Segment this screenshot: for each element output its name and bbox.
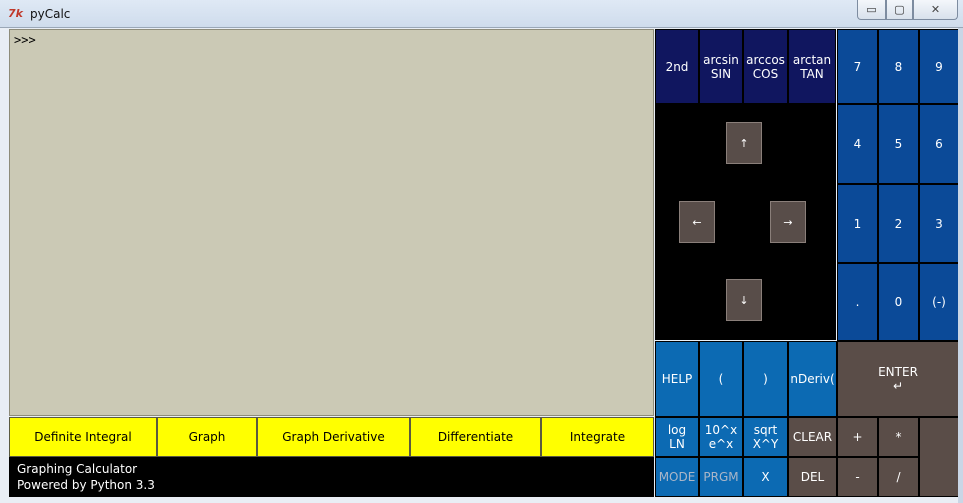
prgm-key[interactable]: PRGM: [699, 457, 743, 497]
sqrt-key[interactable]: sqrt X^Y: [743, 417, 788, 457]
negate-key[interactable]: (-): [919, 263, 959, 341]
up-arrow-key[interactable]: ↑: [726, 122, 762, 164]
digit-1-key[interactable]: 1: [837, 184, 878, 263]
window-title: pyCalc: [30, 7, 71, 21]
graph-button[interactable]: Graph: [157, 417, 257, 457]
close-button[interactable]: ✕: [913, 0, 958, 20]
digit-9-key[interactable]: 9: [919, 29, 959, 104]
clear-key[interactable]: CLEAR: [788, 417, 837, 457]
nderiv-key[interactable]: nDeriv(: [788, 341, 837, 417]
graph-derivative-button[interactable]: Graph Derivative: [257, 417, 410, 457]
command-prompt: >>>: [14, 33, 36, 47]
divide-key[interactable]: /: [878, 457, 919, 497]
plus-key[interactable]: +: [837, 417, 878, 457]
digit-0-key[interactable]: 0: [878, 263, 919, 341]
second-key[interactable]: 2nd: [655, 29, 699, 104]
integrate-button[interactable]: Integrate: [541, 417, 654, 457]
info-title: Graphing Calculator: [17, 462, 138, 476]
window-border: [958, 28, 963, 503]
sin-key[interactable]: arcsin SIN: [699, 29, 743, 104]
info-bar: Graphing Calculator Powered by Python 3.…: [9, 457, 654, 497]
digit-2-key[interactable]: 2: [878, 184, 919, 263]
mode-key[interactable]: MODE: [655, 457, 699, 497]
cos-key[interactable]: arccos COS: [743, 29, 788, 104]
digit-8-key[interactable]: 8: [878, 29, 919, 104]
del-key[interactable]: DEL: [788, 457, 837, 497]
multiply-key[interactable]: *: [878, 417, 919, 457]
title-bar: [0, 0, 963, 28]
digit-5-key[interactable]: 5: [878, 104, 919, 184]
digit-4-key[interactable]: 4: [837, 104, 878, 184]
help-key[interactable]: HELP: [655, 341, 699, 417]
right-paren-key[interactable]: ): [743, 341, 788, 417]
digit-7-key[interactable]: 7: [837, 29, 878, 104]
blank-key[interactable]: [919, 417, 959, 497]
decimal-key[interactable]: .: [837, 263, 878, 341]
tan-key[interactable]: arctan TAN: [788, 29, 836, 104]
ln-key[interactable]: log LN: [655, 417, 699, 457]
definite-integral-button[interactable]: Definite Integral: [9, 417, 157, 457]
arrow-pad: ↑ ← → ↓: [655, 104, 836, 340]
down-arrow-key[interactable]: ↓: [726, 279, 762, 321]
minimize-button[interactable]: ▭: [857, 0, 886, 20]
maximize-button[interactable]: ▢: [886, 0, 913, 20]
app-icon: 7k: [8, 7, 23, 20]
digit-6-key[interactable]: 6: [919, 104, 959, 184]
left-arrow-key[interactable]: ←: [679, 201, 715, 243]
left-paren-key[interactable]: (: [699, 341, 743, 417]
enter-key[interactable]: ENTER ↵: [837, 341, 959, 417]
x-key[interactable]: X: [743, 457, 788, 497]
enter-icon: ↵: [892, 379, 904, 393]
differentiate-button[interactable]: Differentiate: [410, 417, 541, 457]
calculator-display[interactable]: >>>: [9, 29, 654, 416]
info-subtitle: Powered by Python 3.3: [17, 478, 155, 492]
exp-key[interactable]: 10^x e^x: [699, 417, 743, 457]
minus-key[interactable]: -: [837, 457, 878, 497]
right-arrow-key[interactable]: →: [770, 201, 806, 243]
digit-3-key[interactable]: 3: [919, 184, 959, 263]
